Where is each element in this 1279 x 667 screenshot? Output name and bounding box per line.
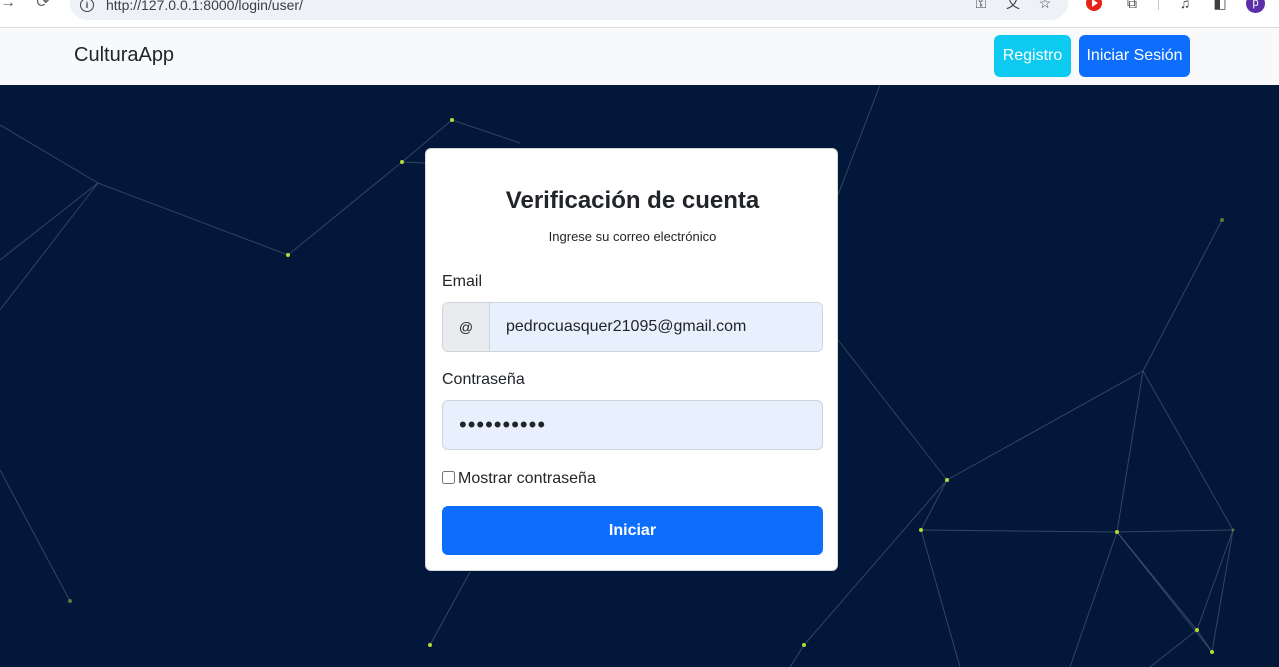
back-arrow-icon[interactable]: → (0, 0, 16, 13)
side-panel-icon[interactable]: ◧ (1210, 0, 1230, 12)
submit-button[interactable]: Iniciar (442, 506, 823, 555)
show-password-checkbox[interactable] (442, 471, 455, 484)
star-icon[interactable]: ☆ (1035, 0, 1055, 12)
puzzle-extension-icon[interactable]: ⧉ (1122, 0, 1142, 12)
show-password-row: Mostrar contraseña (442, 470, 596, 488)
site-info-icon[interactable]: i (80, 0, 94, 12)
login-nav-button[interactable]: Iniciar Sesión (1079, 35, 1190, 77)
toolbar-divider (1158, 0, 1159, 10)
email-field[interactable] (490, 303, 822, 351)
profile-avatar[interactable]: p (1246, 0, 1265, 13)
card-subtitle: Ingrese su correo electrónico (548, 229, 717, 244)
reload-icon[interactable]: ⟳ (34, 0, 52, 13)
verification-card: Verificación de cuenta Ingrese su correo… (425, 148, 838, 571)
password-label: Contraseña (442, 371, 525, 388)
at-sign-addon: @ (443, 303, 490, 351)
address-bar[interactable]: i http://127.0.0.1:8000/login/user/ (70, 0, 1068, 20)
browser-toolbar: → ⟳ i http://127.0.0.1:8000/login/user/ … (0, 0, 1279, 28)
email-input-group: @ (442, 302, 823, 352)
key-icon[interactable]: ⚿ (971, 0, 991, 12)
url-text[interactable]: http://127.0.0.1:8000/login/user/ (106, 0, 303, 13)
media-icon[interactable]: ♫ (1175, 0, 1195, 12)
register-button[interactable]: Registro (994, 35, 1071, 77)
translate-icon[interactable]: 文 (1003, 0, 1023, 12)
card-title: Verificación de cuenta (505, 187, 760, 214)
brand-logo[interactable]: CulturaApp (74, 44, 174, 67)
app-navbar: CulturaApp Registro Iniciar Sesión (0, 28, 1279, 85)
password-field[interactable] (442, 400, 823, 450)
email-label: Email (442, 273, 483, 290)
youtube-extension-icon[interactable] (1086, 0, 1102, 11)
show-password-label[interactable]: Mostrar contraseña (458, 470, 596, 487)
